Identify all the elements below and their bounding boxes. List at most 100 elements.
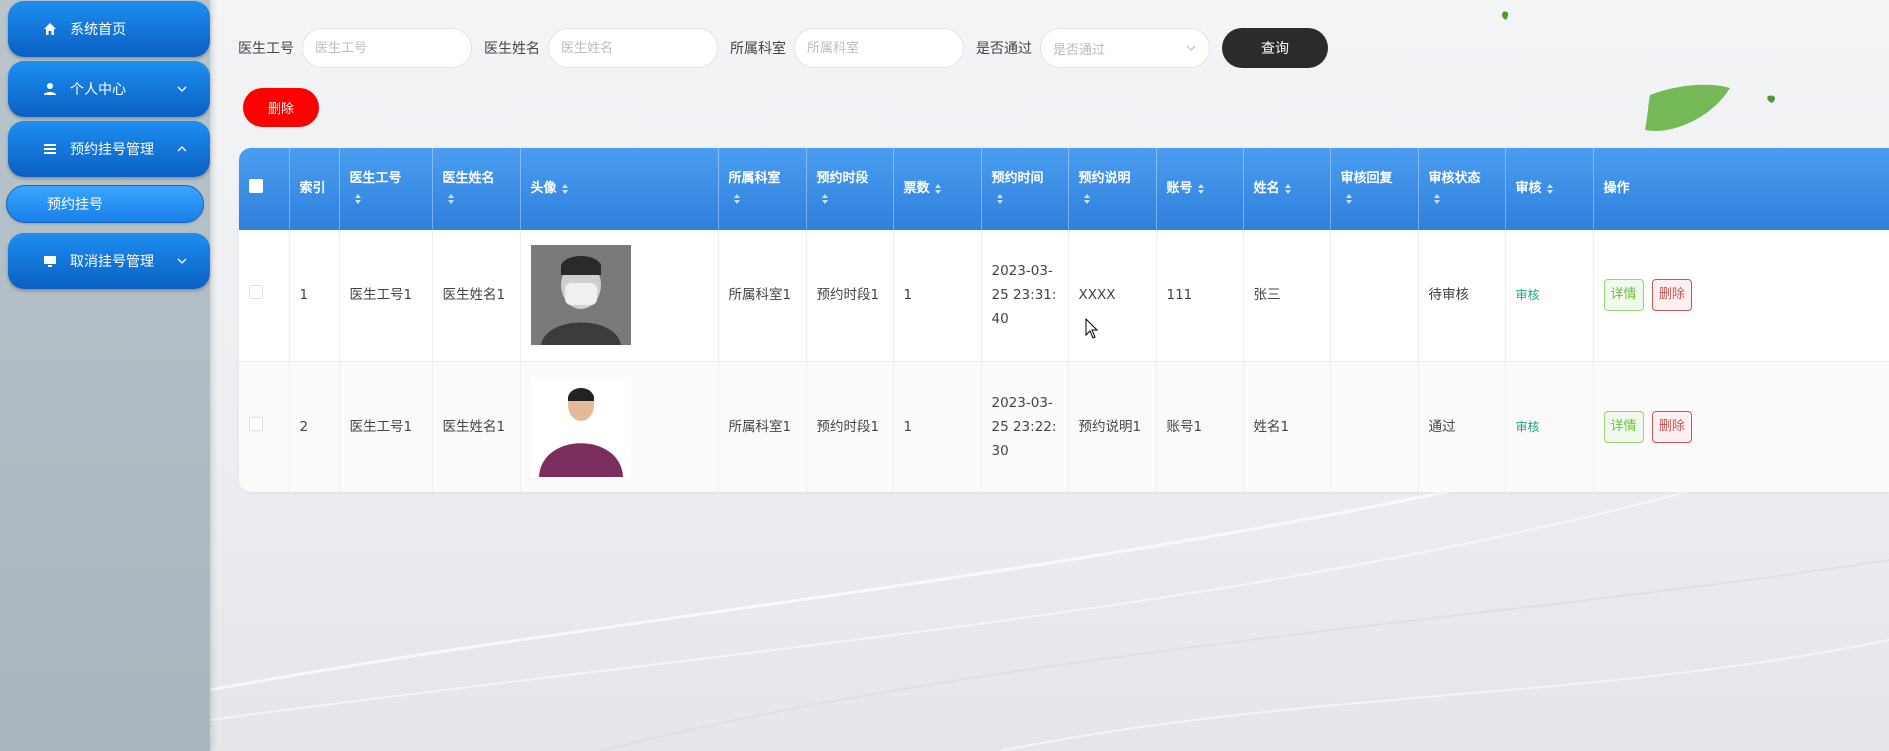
doctor-avatar [530, 376, 631, 477]
cell-note: XXXX [1068, 230, 1157, 362]
sort-icon[interactable] [1345, 193, 1353, 205]
header-doctor-id[interactable]: 医生工号 [339, 148, 433, 230]
sidebar-item-label: 系统首页 [70, 22, 126, 38]
sort-icon[interactable] [1083, 193, 1091, 205]
cell-doctor-id: 医生工号1 [339, 230, 433, 362]
cell-status: 通过 [1418, 361, 1506, 492]
sidebar-item-label: 取消挂号管理 [70, 254, 154, 270]
header-status[interactable]: 审核状态 [1418, 148, 1506, 230]
sort-icon[interactable] [821, 193, 829, 205]
header-audit[interactable]: 审核 [1505, 148, 1594, 230]
header-time[interactable]: 预约时间 [981, 148, 1069, 230]
search-bar: 医生工号 医生姓名 所属科室 是否通过 是否通过 查询 [238, 28, 1328, 68]
delete-button[interactable]: 删除 [1651, 410, 1692, 443]
home-icon [42, 21, 58, 37]
chevron-up-icon [177, 146, 187, 152]
cell-period: 预约时段1 [806, 230, 894, 362]
cell-actions: 详情 删除 [1593, 230, 1889, 362]
chevron-down-icon [1186, 45, 1196, 51]
sort-icon[interactable] [1433, 193, 1441, 205]
query-button[interactable]: 查询 [1222, 28, 1328, 68]
sort-icon[interactable] [354, 193, 362, 205]
cell-index: 1 [289, 230, 340, 362]
row-select-cell[interactable] [239, 230, 290, 362]
select-all-checkbox[interactable] [249, 178, 263, 193]
monitor-icon [42, 253, 58, 269]
sidebar-item-cancel-management[interactable]: 取消挂号管理 [8, 233, 210, 289]
table-header-row: 索引 医生工号 医生姓名 头像 所属科室 预约时段 票数 预约时间 预约说明 账… [239, 148, 1889, 230]
header-index: 索引 [289, 148, 340, 230]
table-row: 1 医生工号1 医生姓名1 所属科室1 预约时段1 1 2023-03-25 2… [239, 230, 1889, 362]
cell-index: 2 [289, 361, 340, 492]
sort-icon[interactable] [447, 193, 455, 205]
doctor-id-input[interactable] [302, 28, 472, 68]
detail-button[interactable]: 详情 [1603, 410, 1644, 443]
cell-name: 姓名1 [1243, 361, 1331, 492]
sort-icon[interactable] [1197, 183, 1205, 195]
header-select-all[interactable] [239, 148, 290, 230]
sort-icon[interactable] [733, 193, 741, 205]
header-note[interactable]: 预约说明 [1068, 148, 1157, 230]
appointment-table: 索引 医生工号 医生姓名 头像 所属科室 预约时段 票数 预约时间 预约说明 账… [239, 148, 1889, 492]
row-select-cell[interactable] [239, 361, 290, 492]
cell-actions: 详情 删除 [1593, 361, 1889, 492]
header-account[interactable]: 账号 [1156, 148, 1244, 230]
cell-period: 预约时段1 [806, 361, 894, 492]
header-department[interactable]: 所属科室 [718, 148, 807, 230]
sort-icon[interactable] [1284, 183, 1292, 195]
department-input[interactable] [794, 28, 964, 68]
sort-icon[interactable] [934, 183, 942, 195]
sidebar-subitem-appointment[interactable]: 预约挂号 [6, 185, 204, 223]
sort-icon[interactable] [561, 183, 569, 195]
department-label: 所属科室 [730, 41, 786, 57]
doctor-name-label: 医生姓名 [484, 41, 540, 57]
detail-button[interactable]: 详情 [1603, 279, 1644, 312]
cell-doctor-name: 医生姓名1 [432, 230, 521, 362]
sidebar-item-home[interactable]: 系统首页 [8, 1, 210, 57]
row-checkbox[interactable] [249, 285, 263, 300]
cell-avatar [520, 230, 719, 362]
list-icon [42, 141, 58, 157]
header-period[interactable]: 预约时段 [806, 148, 894, 230]
cell-account: 账号1 [1156, 361, 1244, 492]
header-name[interactable]: 姓名 [1243, 148, 1331, 230]
table-row: 2 医生工号1 医生姓名1 所属科室1 预约时段1 1 2023-03-25 2… [239, 361, 1889, 492]
header-tickets[interactable]: 票数 [893, 148, 982, 230]
header-doctor-name[interactable]: 医生姓名 [432, 148, 521, 230]
mouse-cursor-icon [1085, 318, 1099, 339]
audit-link[interactable]: 审核 [1516, 288, 1540, 302]
delete-button[interactable]: 删除 [1651, 279, 1692, 312]
sidebar: 系统首页 个人中心 预约挂号管理 预约挂号 取消挂号管理 [0, 0, 210, 751]
batch-delete-button[interactable]: 删除 [243, 88, 319, 127]
sidebar-item-appointment-management[interactable]: 预约挂号管理 [8, 121, 210, 177]
cell-audit: 审核 [1505, 230, 1594, 362]
chevron-down-icon [177, 86, 187, 92]
cell-doctor-name: 医生姓名1 [432, 361, 521, 492]
cell-status: 待审核 [1418, 230, 1506, 362]
passed-select[interactable]: 是否通过 [1040, 28, 1210, 68]
cell-reply [1330, 230, 1419, 362]
cell-tickets: 1 [893, 361, 982, 492]
audit-link[interactable]: 审核 [1516, 420, 1540, 434]
cell-note: 预约说明1 [1068, 361, 1157, 492]
chevron-down-icon [177, 258, 187, 264]
user-icon [42, 81, 58, 97]
cell-doctor-id: 医生工号1 [339, 361, 433, 492]
cell-account: 111 [1156, 230, 1244, 362]
header-avatar[interactable]: 头像 [520, 148, 719, 230]
sidebar-subitem-label: 预约挂号 [47, 197, 103, 213]
row-checkbox[interactable] [249, 416, 263, 431]
doctor-name-input[interactable] [548, 28, 718, 68]
cell-reply [1330, 361, 1419, 492]
doctor-id-label: 医生工号 [238, 41, 294, 57]
cell-department: 所属科室1 [718, 361, 807, 492]
sidebar-item-label: 预约挂号管理 [70, 142, 154, 158]
sidebar-item-personal-center[interactable]: 个人中心 [8, 61, 210, 117]
header-actions: 操作 [1603, 181, 1630, 196]
cell-audit: 审核 [1505, 361, 1594, 492]
header-reply[interactable]: 审核回复 [1330, 148, 1419, 230]
sidebar-item-label: 个人中心 [70, 82, 126, 98]
sort-icon[interactable] [1546, 183, 1554, 195]
cell-tickets: 1 [893, 230, 982, 362]
sort-icon[interactable] [996, 193, 1004, 205]
